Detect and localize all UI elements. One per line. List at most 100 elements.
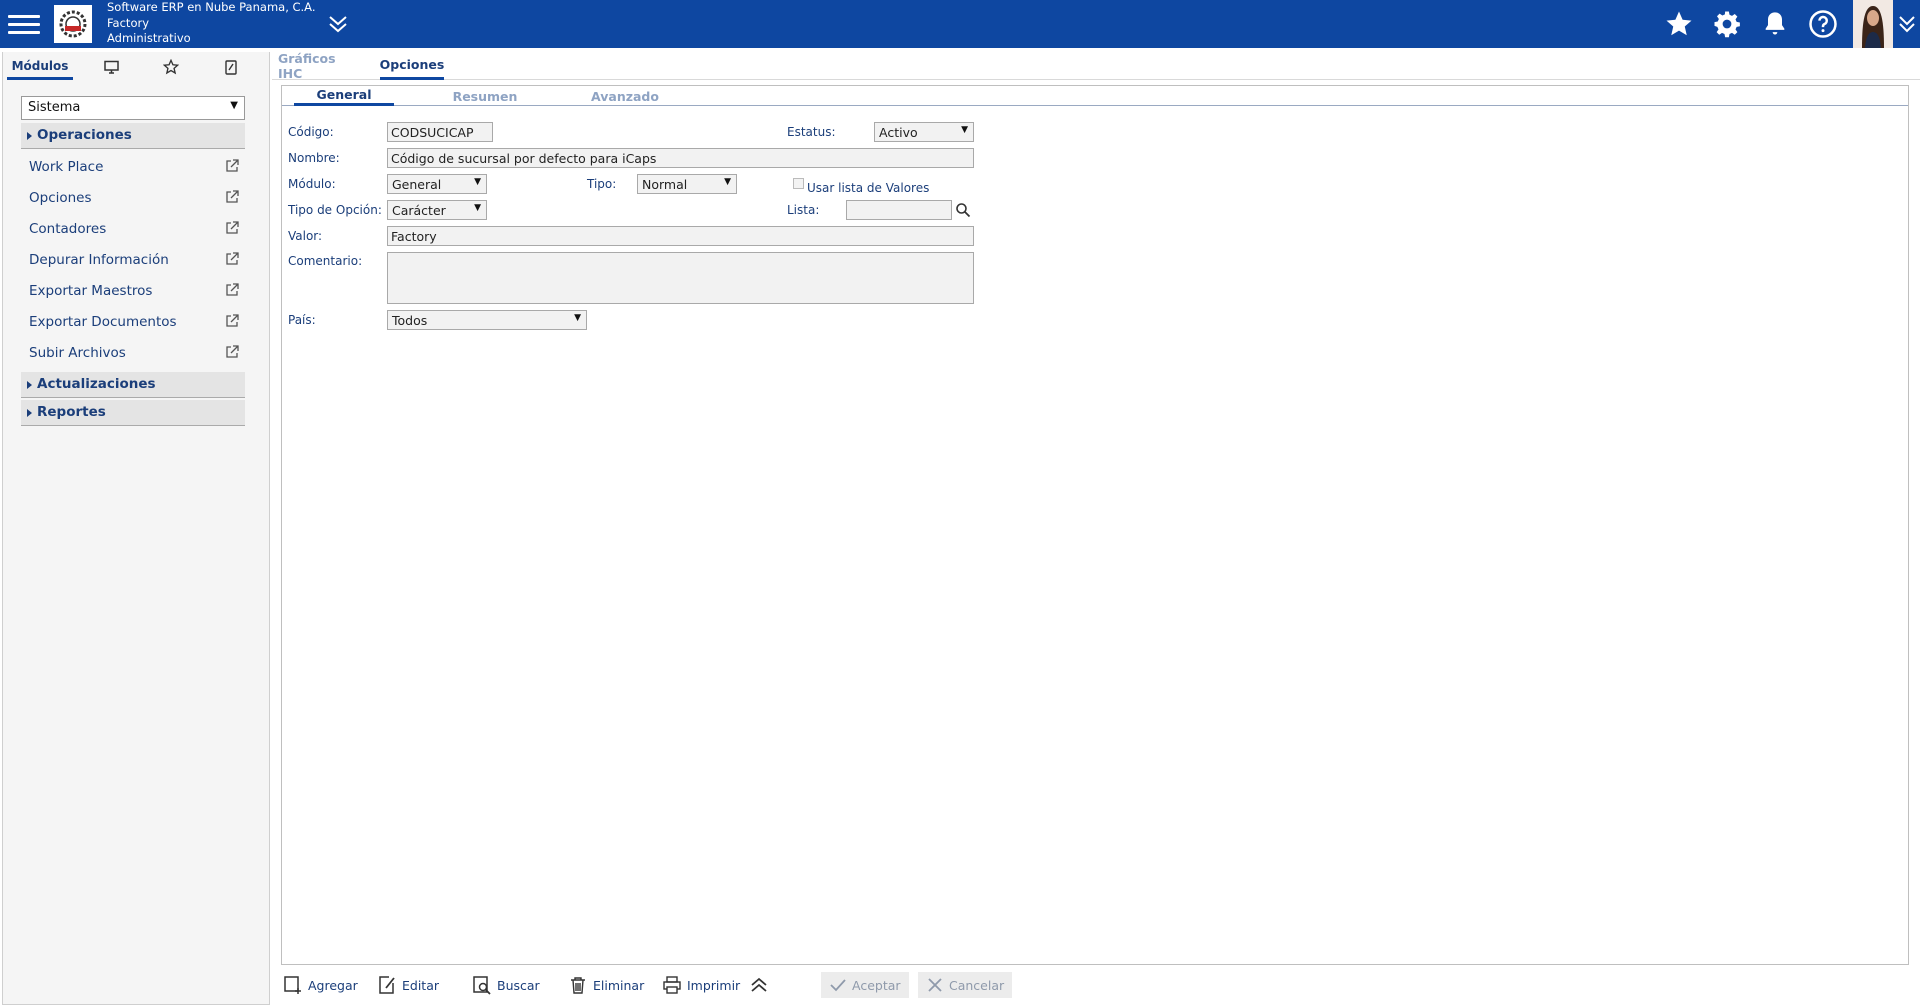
modulo-select[interactable]: General ▼ [387,174,487,194]
dropdown-arrow-icon: ▼ [961,125,968,135]
expand-triangle-icon [27,132,32,140]
search-document-icon [473,976,491,995]
menu-item-label: Opciones [29,190,92,206]
top-bar: Software ERP en Nube Panama, C.A. Factor… [0,0,1920,48]
external-link-icon [226,283,239,296]
printer-icon [663,976,681,994]
edit-icon [379,976,395,994]
module-select[interactable]: Sistema ▼ [21,96,245,120]
tipo-opcion-value: Carácter [392,203,446,218]
close-x-icon [928,978,942,992]
tipo-select[interactable]: Normal ▼ [637,174,737,194]
modulo-value: General [392,177,442,192]
external-link-icon [226,221,239,234]
modulo-label: Módulo: [288,177,336,191]
external-link-icon [226,159,239,172]
external-link-icon [226,190,239,203]
codigo-input[interactable] [387,122,493,142]
delete-label: Eliminar [593,977,645,993]
company-name: Software ERP en Nube Panama, C.A. [107,0,316,14]
subtab-avanzado[interactable]: Avanzado [570,86,680,106]
double-chevron-down-icon[interactable] [326,13,350,35]
comentario-textarea[interactable] [387,252,974,304]
expand-triangle-icon [27,381,32,389]
user-avatar[interactable] [1853,0,1893,48]
bookmark-icon[interactable] [211,54,251,80]
action-toolbar: Agregar Editar Buscar Eliminar Imprimir … [281,970,1909,1000]
edit-button[interactable]: Editar [377,972,439,998]
double-chevron-up-icon[interactable] [749,976,769,994]
estatus-select[interactable]: Activo ▼ [874,122,974,142]
valor-input[interactable] [387,226,974,246]
sub-tabs: General Resumen Avanzado [282,86,1908,106]
usar-lista-checkbox[interactable] [793,178,804,189]
print-label: Imprimir [687,977,741,993]
module-select-value: Sistema [28,100,81,115]
menu-item-exportar-documentos[interactable]: Exportar Documentos [21,307,245,337]
tipo-label: Tipo: [587,177,617,191]
search-magnifier-icon[interactable] [955,202,971,218]
menu-item-opciones[interactable]: Opciones [21,183,245,213]
accept-label: Aceptar [852,977,901,993]
group-label: Reportes [37,404,106,420]
add-icon [284,976,301,994]
menu-item-subir-archivos[interactable]: Subir Archivos [21,338,245,368]
menu-item-label: Exportar Documentos [29,314,177,330]
group-actualizaciones[interactable]: Actualizaciones [21,372,245,398]
external-link-icon [226,252,239,265]
menu-item-depurar-informacion[interactable]: Depurar Información [21,245,245,275]
favorites-star-icon[interactable] [1662,8,1696,40]
checkmark-icon [830,979,846,992]
company-info: Software ERP en Nube Panama, C.A. Factor… [107,0,316,47]
menu-item-work-place[interactable]: Work Place [21,152,245,182]
group-label: Actualizaciones [37,376,156,392]
tipo-opcion-select[interactable]: Carácter ▼ [387,200,487,220]
pais-select[interactable]: Todos ▼ [387,310,587,330]
branch-name: Factory [107,15,150,30]
delete-button[interactable]: Eliminar [568,972,644,998]
help-question-icon[interactable] [1806,8,1840,40]
group-reportes[interactable]: Reportes [21,400,245,426]
menu-item-label: Work Place [29,159,104,175]
tab-graficos-ihc[interactable]: Gráficos IHC [278,51,358,81]
user-menu-chevron-icon[interactable] [1896,14,1918,34]
print-button[interactable]: Imprimir [662,972,740,998]
add-button[interactable]: Agregar [283,972,358,998]
subtab-general[interactable]: General [294,86,394,106]
subtab-resumen[interactable]: Resumen [430,86,540,106]
cancel-label: Cancelar [949,977,1005,993]
menu-item-label: Depurar Información [29,252,169,268]
star-icon[interactable] [151,54,191,80]
expand-triangle-icon [27,409,32,417]
estatus-value: Activo [879,125,918,140]
lista-input[interactable] [846,200,952,220]
search-button[interactable]: Buscar [472,972,540,998]
lista-label: Lista: [787,203,820,217]
group-operaciones[interactable]: Operaciones [21,123,245,149]
nombre-label: Nombre: [288,151,340,165]
tipo-opcion-label: Tipo de Opción: [288,203,382,217]
sidebar: Módulos Sistema ▼ Operaciones Work Place… [2,52,270,1005]
tab-opciones[interactable]: Opciones [380,52,444,80]
settings-gear-icon[interactable] [1710,8,1744,40]
company-logo [54,5,92,43]
edit-label: Editar [402,977,440,993]
menu-hamburger-icon[interactable] [8,10,40,38]
external-link-icon [226,345,239,358]
dropdown-arrow-icon: ▼ [574,313,581,323]
main-tabs: Gráficos IHC Opciones [272,51,1920,81]
valor-label: Valor: [288,229,323,243]
monitor-icon[interactable] [91,54,131,80]
accept-button[interactable]: Aceptar [821,972,909,998]
dropdown-arrow-icon: ▼ [474,177,481,187]
menu-item-exportar-maestros[interactable]: Exportar Maestros [21,276,245,306]
menu-item-label: Contadores [29,221,107,237]
cancel-button[interactable]: Cancelar [918,972,1013,998]
notifications-bell-icon[interactable] [1758,8,1792,40]
menu-item-contadores[interactable]: Contadores [21,214,245,244]
estatus-label: Estatus: [787,125,836,139]
nombre-input[interactable] [387,148,974,168]
dropdown-arrow-icon: ▼ [474,203,481,213]
tab-modulos[interactable]: Módulos [7,54,73,80]
codigo-label: Código: [288,125,334,139]
